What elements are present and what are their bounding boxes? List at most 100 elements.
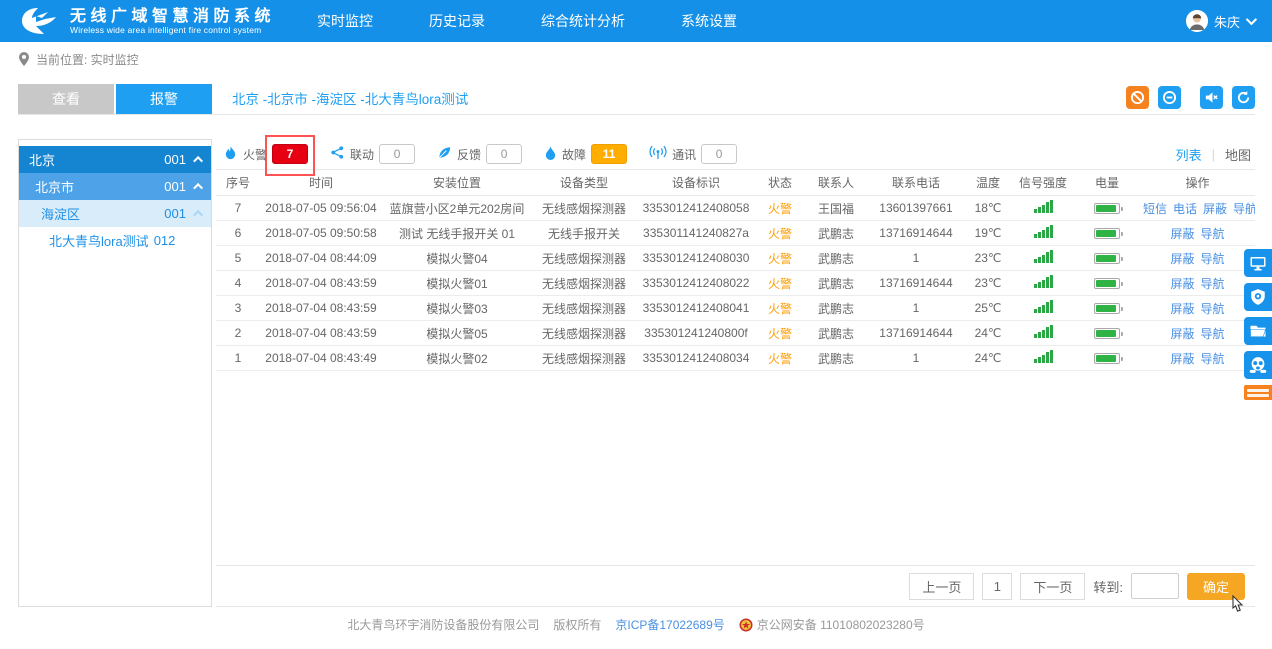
cell-contact: 王国福 xyxy=(804,196,868,221)
action-link-导航[interactable]: 导航 xyxy=(1201,277,1225,291)
cell-device-id: 3353012412408058 xyxy=(636,196,756,221)
tab-view[interactable]: 查看 xyxy=(18,84,114,114)
tab-alarm[interactable]: 报警 xyxy=(116,84,212,114)
monitor-icon[interactable] xyxy=(1244,249,1272,277)
action-link-短信[interactable]: 短信 xyxy=(1143,202,1167,216)
signal-strength-icon xyxy=(1034,200,1053,213)
action-link-屏蔽[interactable]: 屏蔽 xyxy=(1170,227,1194,241)
tree-node-3[interactable]: 北大青鸟lora测试012 xyxy=(19,227,211,254)
filter-count-badge: 0 xyxy=(379,144,415,164)
cell-seq: 7 xyxy=(216,196,260,221)
cell-device-type: 无线感烟探测器 xyxy=(532,196,636,221)
tree-node-count: 001 xyxy=(164,152,186,167)
goto-page-input[interactable] xyxy=(1131,573,1179,599)
table-row: 72018-07-05 09:56:04蓝旗营小区2单元202房间无线感烟探测器… xyxy=(216,196,1255,221)
filter-feedback[interactable]: 反馈0 xyxy=(437,144,522,164)
tree-node-2[interactable]: 海淀区001 xyxy=(19,200,211,227)
mute-icon[interactable] xyxy=(1200,86,1223,109)
region-tree: 北京001北京市001海淀区001北大青鸟lora测试012 xyxy=(18,139,212,607)
cell-device-id: 3353012412408022 xyxy=(636,271,756,296)
cell-phone: 13716914644 xyxy=(868,271,964,296)
app-title-block: 无线广域智慧消防系统 Wireless wide area intelligen… xyxy=(70,8,275,35)
cell-time: 2018-07-04 08:43:59 xyxy=(260,296,382,321)
nav-item-0[interactable]: 实时监控 xyxy=(317,11,373,31)
action-link-电话[interactable]: 电话 xyxy=(1173,202,1197,216)
cell-phone: 1 xyxy=(868,246,964,271)
action-link-导航[interactable]: 导航 xyxy=(1233,202,1255,216)
cell-actions: 屏蔽导航 xyxy=(1140,271,1255,296)
filter-fire[interactable]: 火警 7 xyxy=(223,144,308,164)
cell-battery xyxy=(1074,296,1140,321)
cell-status: 火警 xyxy=(756,321,804,346)
ban-icon[interactable] xyxy=(1126,86,1149,109)
action-link-屏蔽[interactable]: 屏蔽 xyxy=(1170,352,1194,366)
minus-circle-icon[interactable] xyxy=(1158,86,1181,109)
action-link-导航[interactable]: 导航 xyxy=(1201,352,1225,366)
cell-time: 2018-07-04 08:43:49 xyxy=(260,346,382,371)
filter-count-badge: 7 xyxy=(272,144,308,164)
icp-link[interactable]: 京ICP备17022689号 xyxy=(615,616,724,633)
cell-contact: 武鹏志 xyxy=(804,296,868,321)
column-header: 设备类型 xyxy=(532,170,636,196)
cell-actions: 屏蔽导航 xyxy=(1140,321,1255,346)
battery-icon xyxy=(1094,253,1120,264)
cell-phone: 13716914644 xyxy=(868,221,964,246)
next-page-button[interactable]: 下一页 xyxy=(1020,573,1085,600)
action-link-导航[interactable]: 导航 xyxy=(1201,252,1225,266)
tree-node-0[interactable]: 北京001 xyxy=(19,146,211,173)
shield-gear-icon[interactable] xyxy=(1244,283,1272,311)
folder-icon[interactable] xyxy=(1244,317,1272,345)
user-menu[interactable]: 朱庆 xyxy=(1186,10,1254,32)
action-link-屏蔽[interactable]: 屏蔽 xyxy=(1170,252,1194,266)
pagination: 上一页 1 下一页 转到: 确定 xyxy=(216,565,1255,607)
app-title: 无线广域智慧消防系统 xyxy=(70,8,275,25)
view-toggle: 列表 | 地图 xyxy=(1176,145,1255,164)
filter-label: 火警 xyxy=(243,146,267,163)
cell-signal xyxy=(1012,196,1074,221)
action-link-屏蔽[interactable]: 屏蔽 xyxy=(1170,277,1194,291)
action-link-导航[interactable]: 导航 xyxy=(1201,327,1225,341)
signal-strength-icon xyxy=(1034,250,1053,263)
filter-linkage[interactable]: 联动0 xyxy=(330,144,415,164)
cell-time: 2018-07-04 08:43:59 xyxy=(260,271,382,296)
action-link-导航[interactable]: 导航 xyxy=(1201,227,1225,241)
filter-bar: 火警 7 联动0 反馈0 故障11 通讯0 列表 | 地图 xyxy=(216,139,1255,169)
prev-page-button[interactable]: 上一页 xyxy=(909,573,974,600)
confirm-button[interactable]: 确定 xyxy=(1187,573,1245,600)
column-header: 设备标识 xyxy=(636,170,756,196)
cell-device-id: 3353012412408034 xyxy=(636,346,756,371)
page-number[interactable]: 1 xyxy=(982,573,1012,600)
battery-icon xyxy=(1094,328,1120,339)
column-header: 信号强度 xyxy=(1012,170,1074,196)
cell-phone: 1 xyxy=(868,296,964,321)
dock-orange-badge[interactable] xyxy=(1244,385,1272,400)
table-row: 12018-07-04 08:43:49模拟火警02无线感烟探测器3353012… xyxy=(216,346,1255,371)
refresh-icon[interactable] xyxy=(1232,86,1255,109)
cell-status: 火警 xyxy=(756,246,804,271)
toggle-list[interactable]: 列表 xyxy=(1176,145,1202,164)
logo-bird-icon xyxy=(18,6,62,36)
cell-contact: 武鹏志 xyxy=(804,321,868,346)
filter-fault[interactable]: 故障11 xyxy=(544,144,627,164)
action-link-屏蔽[interactable]: 屏蔽 xyxy=(1203,202,1227,216)
cell-battery xyxy=(1074,321,1140,346)
toggle-map[interactable]: 地图 xyxy=(1225,145,1251,164)
cell-battery xyxy=(1074,196,1140,221)
filter-comm[interactable]: 通讯0 xyxy=(649,144,737,164)
cell-device-id: 3353012412408030 xyxy=(636,246,756,271)
nav-item-2[interactable]: 综合统计分析 xyxy=(541,11,625,31)
cell-actions: 屏蔽导航 xyxy=(1140,246,1255,271)
action-link-屏蔽[interactable]: 屏蔽 xyxy=(1170,327,1194,341)
cell-temperature: 23℃ xyxy=(964,271,1012,296)
police-badge-icon xyxy=(739,618,753,632)
action-link-屏蔽[interactable]: 屏蔽 xyxy=(1170,302,1194,316)
cell-actions: 短信电话屏蔽导航 xyxy=(1140,196,1255,221)
action-link-导航[interactable]: 导航 xyxy=(1201,302,1225,316)
logo: 无线广域智慧消防系统 Wireless wide area intelligen… xyxy=(18,6,275,36)
tree-node-1[interactable]: 北京市001 xyxy=(19,173,211,200)
nav-item-3[interactable]: 系统设置 xyxy=(681,11,737,31)
gas-mask-icon[interactable] xyxy=(1244,351,1272,379)
cell-contact: 武鹏志 xyxy=(804,246,868,271)
cell-temperature: 23℃ xyxy=(964,246,1012,271)
nav-item-1[interactable]: 历史记录 xyxy=(429,11,485,31)
